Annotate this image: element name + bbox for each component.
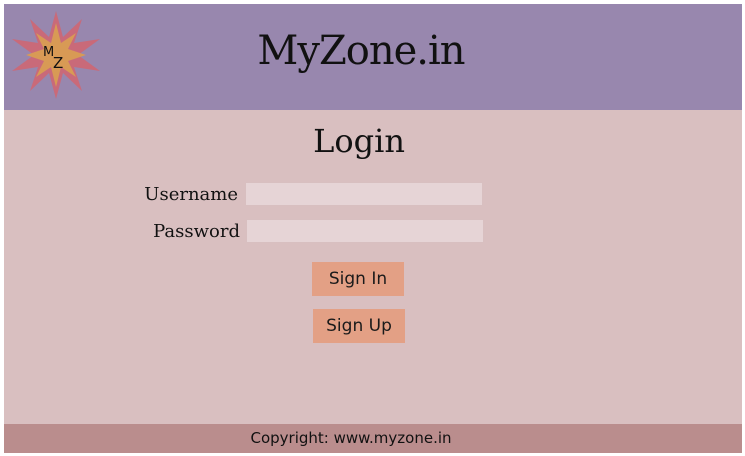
footer-bar: Copyright: www.myzone.in (4, 424, 742, 453)
header-bar: M Z MyZone.in (4, 4, 742, 110)
sign-in-button[interactable]: Sign In (312, 262, 404, 296)
site-title: MyZone.in (257, 28, 465, 74)
username-input[interactable] (245, 182, 483, 206)
copyright-text: Copyright: www.myzone.in (250, 429, 452, 447)
page-frame: M Z MyZone.in Login Username Password Si… (4, 4, 742, 453)
username-label: Username (144, 184, 238, 205)
login-heading: Login (313, 122, 405, 160)
password-input[interactable] (246, 219, 484, 243)
sign-up-button[interactable]: Sign Up (313, 309, 405, 343)
password-label: Password (153, 221, 240, 242)
